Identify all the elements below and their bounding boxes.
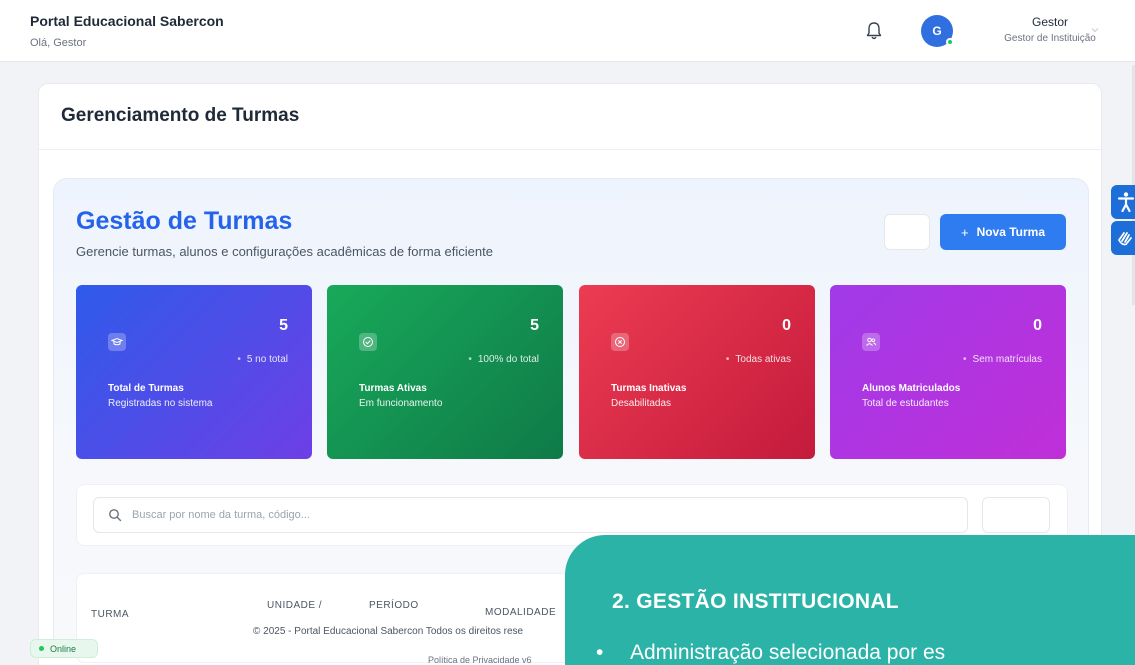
stat-label: Turmas Ativas [359, 383, 427, 394]
graduation-cap-icon [108, 333, 126, 351]
footer-copyright: © 2025 - Portal Educacional Sabercon Tod… [253, 626, 524, 637]
avatar-initial: G [932, 24, 942, 38]
slide-bullet: Administração selecionada por es [596, 641, 945, 665]
stat-description: Desabilitadas [611, 398, 672, 409]
greeting-text: Olá, Gestor [30, 37, 87, 49]
slide-title: 2. GESTÃO INSTITUCIONAL [612, 590, 899, 613]
stat-description: Total de estudantes [862, 398, 949, 409]
top-header: Portal Educacional Sabercon Olá, Gestor … [0, 0, 1135, 62]
presentation-slide-overlay: 2. GESTÃO INSTITUCIONAL Administração se… [565, 535, 1135, 665]
search-icon [109, 509, 122, 522]
accessibility-icon [1117, 192, 1135, 213]
online-dot [39, 646, 44, 651]
stat-card-inactive: 0 Todas ativas Turmas Inativas Desabilit… [579, 285, 815, 459]
stat-value: 0 [1033, 317, 1042, 334]
stat-value: 5 [279, 317, 288, 334]
chevron-down-icon[interactable] [1090, 25, 1100, 35]
stat-value: 5 [530, 317, 539, 334]
divider [39, 149, 1101, 150]
users-icon [862, 333, 880, 351]
view-toggle-button[interactable] [982, 497, 1050, 533]
search-field[interactable] [93, 497, 968, 533]
page-title: Gerenciamento de Turmas [61, 105, 300, 126]
stat-label: Alunos Matriculados [862, 383, 961, 394]
stat-meta: 100% do total [468, 354, 539, 365]
footer-links[interactable]: Política de Privacidade v6 [428, 655, 532, 665]
new-class-button[interactable]: + Nova Turma [940, 214, 1066, 250]
section-title: Gestão de Turmas [76, 207, 293, 235]
column-header-turma[interactable]: TURMA [91, 609, 129, 620]
section-subtitle: Gerencie turmas, alunos e configurações … [76, 244, 493, 259]
bell-icon[interactable] [864, 20, 884, 42]
column-header-modalidade[interactable]: MODALIDADE [485, 607, 556, 618]
stat-description: Em funcionamento [359, 398, 443, 409]
search-input[interactable] [132, 498, 952, 532]
portal-name: Portal Educacional Sabercon [30, 13, 224, 29]
stat-card-total: 5 5 no total Total de Turmas Registradas… [76, 285, 312, 459]
avatar[interactable]: G [921, 15, 954, 47]
stat-meta: 5 no total [237, 354, 288, 365]
sign-language-icon [1118, 232, 1132, 246]
accessibility-button[interactable] [1111, 185, 1135, 219]
online-status-badge: Online [30, 639, 98, 658]
column-header-unidade[interactable]: UNIDADE / [267, 600, 322, 611]
stat-value: 0 [782, 317, 791, 334]
column-header-periodo[interactable]: PERÍODO [369, 600, 419, 611]
sign-language-button[interactable] [1111, 221, 1135, 255]
new-class-label: Nova Turma [976, 225, 1046, 239]
x-circle-icon [611, 333, 629, 351]
check-circle-icon [359, 333, 377, 351]
stat-meta: Sem matrículas [963, 354, 1042, 365]
plus-icon: + [960, 224, 969, 240]
stat-label: Turmas Inativas [611, 383, 687, 394]
stat-card-students: 0 Sem matrículas Alunos Matriculados Tot… [830, 285, 1066, 459]
stat-card-active: 5 100% do total Turmas Ativas Em funcion… [327, 285, 563, 459]
stat-description: Registradas no sistema [108, 398, 213, 409]
online-status-dot [946, 38, 954, 46]
stat-label: Total de Turmas [108, 383, 184, 394]
refresh-button[interactable] [884, 214, 930, 250]
stat-meta: Todas ativas [726, 354, 791, 365]
online-status-label: Online [50, 643, 77, 654]
